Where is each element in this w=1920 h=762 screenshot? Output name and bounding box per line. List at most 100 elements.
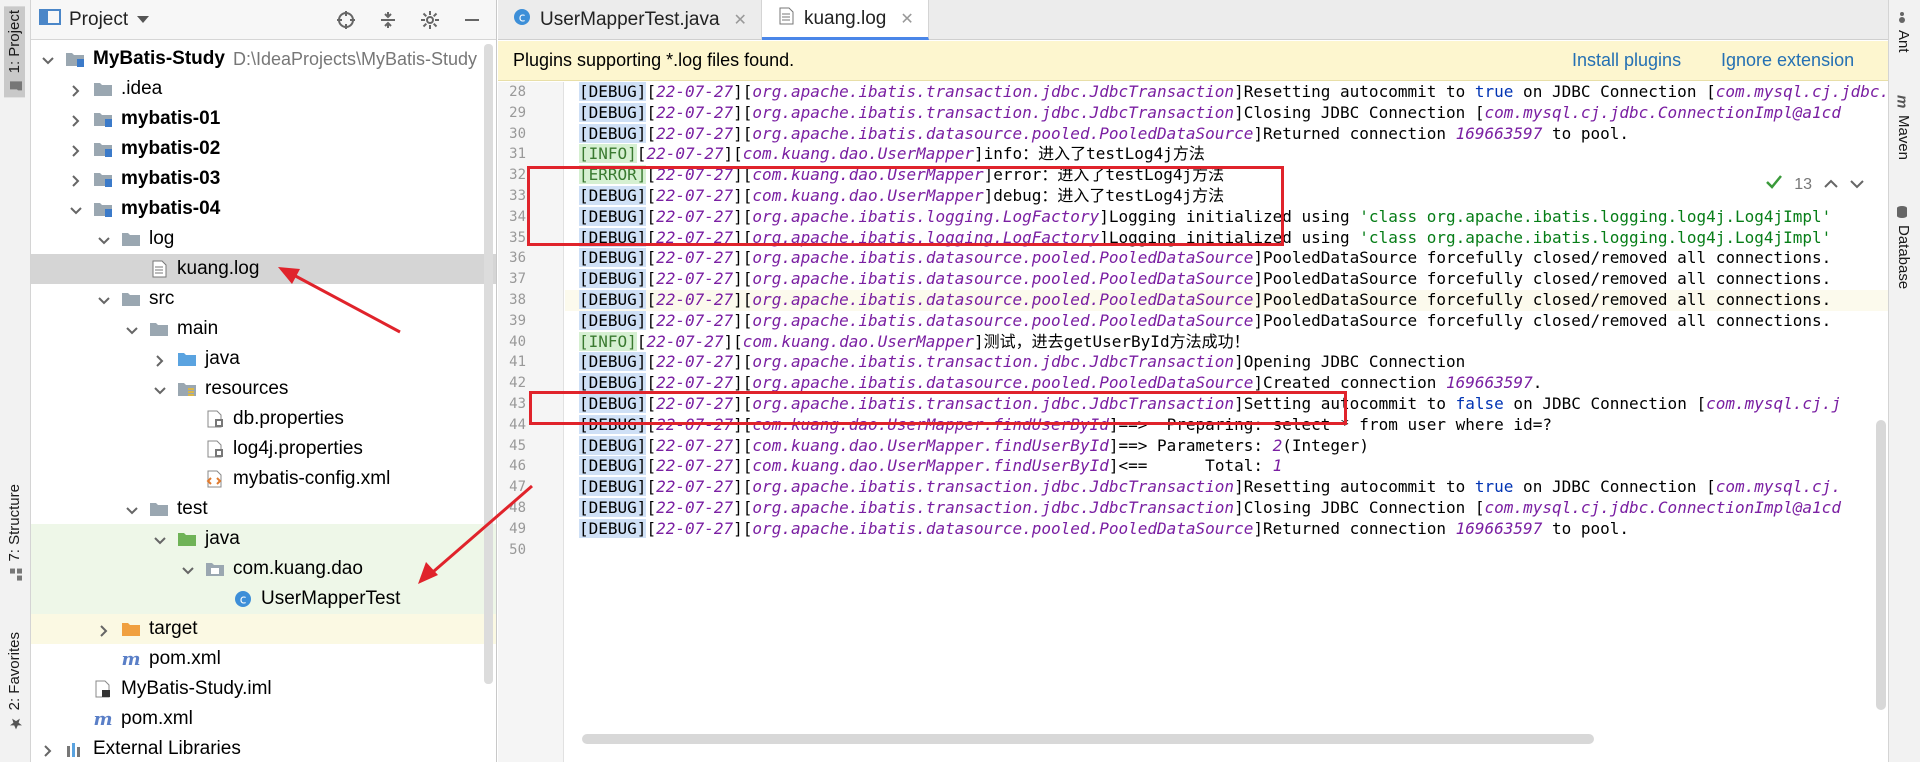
vertical-scrollbar[interactable] bbox=[1876, 420, 1886, 710]
tree-item[interactable]: log bbox=[31, 224, 496, 254]
tree-item[interactable]: m pom.xml bbox=[31, 644, 496, 674]
log-line: [INFO][22-07-27][com.kuang.dao.UserMappe… bbox=[565, 144, 1888, 165]
tree-item[interactable]: target bbox=[31, 614, 496, 644]
log-message-part: PooledDataSource forcefully closed/remov… bbox=[1262, 269, 1832, 289]
tree-item-label: External Libraries bbox=[93, 738, 241, 759]
chevron-right-icon[interactable] bbox=[41, 742, 55, 757]
tree-item[interactable]: mybatis-03 bbox=[31, 164, 496, 194]
ant-tool-tab[interactable]: Ant bbox=[1895, 10, 1912, 53]
chevron-right-icon[interactable] bbox=[153, 352, 167, 367]
locate-icon[interactable] bbox=[336, 10, 356, 35]
chevron-right-icon[interactable] bbox=[69, 112, 83, 127]
folder-icon bbox=[8, 79, 23, 93]
line-number: 39 bbox=[509, 312, 526, 329]
collapse-all-icon[interactable] bbox=[378, 10, 398, 35]
annotation-arrow-to-log bbox=[278, 267, 401, 334]
log-message-part: Created connection bbox=[1262, 373, 1446, 393]
log-message-part: 'class org.apache.ibatis.logging.log4j.L… bbox=[1359, 227, 1832, 247]
log-line: [DEBUG][22-07-27][org.apache.ibatis.tran… bbox=[565, 498, 1888, 519]
log-message-part: 169663597 bbox=[1455, 123, 1543, 143]
tree-item[interactable]: .idea bbox=[31, 74, 496, 104]
tree-item[interactable]: src bbox=[31, 284, 496, 314]
tree-item-label: mybatis-03 bbox=[121, 168, 221, 189]
project-view-title[interactable]: Project bbox=[69, 9, 128, 31]
log-message-part: on JDBC Connection [ bbox=[1513, 477, 1716, 497]
log-class: [org.apache.ibatis.transaction.jdbc.Jdbc… bbox=[742, 102, 1244, 122]
editor-tab-label: UserMapperTest.java bbox=[540, 9, 720, 30]
log-message-part: Resetting autocommit to bbox=[1243, 477, 1475, 497]
tree-item[interactable]: log4j.properties bbox=[31, 434, 496, 464]
favorites-tool-tab[interactable]: 2: Favorites bbox=[4, 628, 25, 734]
log-message-part: Resetting autocommit to bbox=[1243, 82, 1475, 101]
structure-tool-tab[interactable]: 7: Structure bbox=[4, 480, 25, 586]
tree-item[interactable]: java bbox=[31, 344, 496, 374]
log-date: [22-07-27] bbox=[646, 290, 743, 309]
log-file-icon bbox=[776, 7, 796, 31]
tree-item[interactable]: MyBatis-Study D:\IdeaProjects\MyBatis-Stu… bbox=[31, 44, 496, 74]
log-date: [22-07-27] bbox=[646, 269, 743, 289]
chevron-down-icon[interactable] bbox=[41, 52, 55, 66]
gear-icon[interactable] bbox=[420, 10, 440, 35]
install-plugins-link[interactable]: Install plugins bbox=[1572, 50, 1681, 71]
log-date: [22-07-27] bbox=[646, 456, 743, 476]
chevron-right-icon[interactable] bbox=[69, 172, 83, 187]
tree-item-label: resources bbox=[205, 378, 289, 399]
minimize-icon[interactable] bbox=[462, 10, 482, 35]
chevron-right-icon[interactable] bbox=[69, 82, 83, 97]
chevron-down-icon[interactable] bbox=[125, 502, 139, 516]
horizontal-scrollbar[interactable] bbox=[582, 734, 1594, 744]
tree-item-label: log4j.properties bbox=[233, 438, 363, 459]
tree-item[interactable]: MyBatis-Study.iml bbox=[31, 674, 496, 704]
tree-item[interactable]: mybatis-01 bbox=[31, 104, 496, 134]
maven-icon: m bbox=[1893, 95, 1911, 109]
log-message-part: com.mysql.cj.jdbc.ConnectionImpl@a1cd bbox=[1715, 82, 1888, 101]
tree-item[interactable]: mybatis-02 bbox=[31, 134, 496, 164]
chevron-down-icon[interactable] bbox=[125, 322, 139, 336]
ignore-extension-link[interactable]: Ignore extension bbox=[1721, 50, 1854, 71]
log-line: [DEBUG][22-07-27][com.kuang.dao.UserMapp… bbox=[565, 456, 1888, 477]
close-icon[interactable]: ✕ bbox=[734, 10, 747, 30]
chevron-down-icon[interactable] bbox=[97, 292, 111, 306]
svg-text:c: c bbox=[240, 593, 247, 607]
log-message-part: com.mysql.cj.jdbc.ConnectionImpl@a1cd bbox=[1484, 102, 1841, 122]
tree-item[interactable]: External Libraries bbox=[31, 734, 496, 762]
chevron-down-icon[interactable] bbox=[153, 382, 167, 396]
chevron-right-icon[interactable] bbox=[69, 142, 83, 157]
chevron-down-icon[interactable] bbox=[181, 562, 195, 576]
module-icon bbox=[65, 50, 85, 68]
chevron-down-icon[interactable] bbox=[69, 202, 83, 216]
chevron-right-icon[interactable] bbox=[97, 622, 111, 637]
maven-tool-tab[interactable]: m Maven bbox=[1893, 95, 1913, 160]
tree-item-label: pom.xml bbox=[149, 648, 221, 669]
tree-item[interactable]: db.properties bbox=[31, 404, 496, 434]
tree-item[interactable]: m pom.xml bbox=[31, 704, 496, 734]
project-tool-tab[interactable]: 1: Project bbox=[4, 6, 25, 98]
tree-item[interactable]: kuang.log bbox=[31, 254, 496, 284]
database-tool-tab[interactable]: Database bbox=[1895, 205, 1912, 289]
editor-tab[interactable]: c UserMapperTest.java ✕ bbox=[498, 0, 762, 40]
log-class: [com.kuang.dao.UserMapper] bbox=[733, 144, 984, 164]
chevron-down-icon[interactable] bbox=[136, 10, 150, 30]
module-icon bbox=[93, 200, 113, 218]
chevron-down-icon[interactable] bbox=[153, 532, 167, 546]
project-view-icon bbox=[39, 8, 61, 31]
log-level: [DEBUG] bbox=[579, 290, 647, 309]
log-level: [DEBUG] bbox=[579, 102, 647, 122]
tree-item[interactable]: mybatis-04 bbox=[31, 194, 496, 224]
log-date: [22-07-27] bbox=[646, 518, 743, 538]
svg-text:m: m bbox=[93, 710, 112, 728]
editor-tab[interactable]: kuang.log ✕ bbox=[761, 0, 929, 40]
java-class-icon: c bbox=[233, 590, 253, 608]
log-level: [DEBUG] bbox=[579, 82, 647, 101]
log-message-part: 169663597 bbox=[1446, 373, 1533, 393]
close-icon[interactable]: ✕ bbox=[900, 9, 913, 29]
chevron-down-icon[interactable] bbox=[97, 232, 111, 246]
log-message-part: PooledDataSource forcefully closed/remov… bbox=[1262, 290, 1832, 309]
tree-item[interactable]: main bbox=[31, 314, 496, 344]
tree-item-path: D:\IdeaProjects\MyBatis-Study bbox=[232, 48, 478, 69]
tree-item[interactable]: resources bbox=[31, 374, 496, 404]
log-level: [DEBUG] bbox=[579, 310, 647, 330]
log-message-part: to pool. bbox=[1542, 123, 1630, 143]
